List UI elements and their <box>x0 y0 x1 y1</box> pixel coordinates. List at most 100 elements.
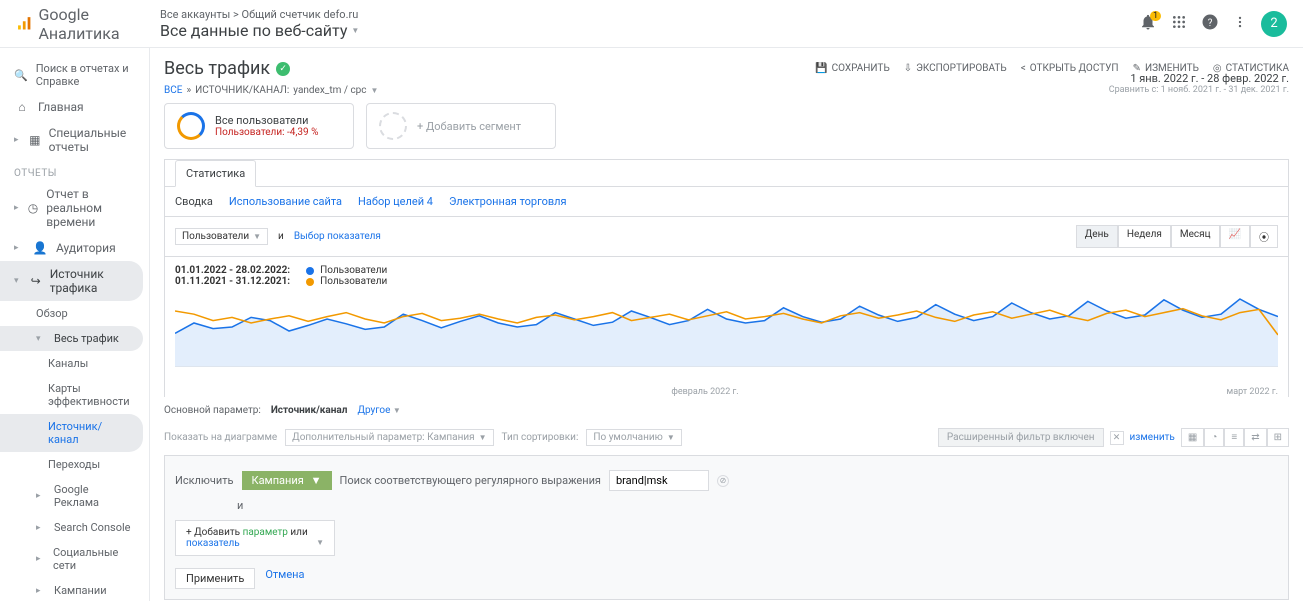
adv-filter-badge: Расширенный фильтр включен <box>938 428 1104 447</box>
sidebar-all-traffic[interactable]: ▾Весь трафик <box>0 326 143 351</box>
overflow-button[interactable] <box>1233 13 1247 34</box>
chevron-right-icon: ▸ <box>14 243 24 253</box>
view-pivot-icon[interactable]: ⊞ <box>1267 428 1289 447</box>
sidebar-search-console[interactable]: ▸Search Console <box>0 515 149 540</box>
sidebar-channels[interactable]: Каналы <box>0 351 149 376</box>
breadcrumb-all[interactable]: ВСЕ <box>164 85 182 96</box>
chart-xaxis: февраль 2022 г.март 2022 г. <box>165 387 1288 397</box>
person-icon: 👤 <box>32 241 48 255</box>
sidebar-search[interactable]: 🔍 Поиск в отчетах и Справке <box>0 56 149 94</box>
sidebar-referrals[interactable]: Переходы <box>0 452 149 477</box>
secondary-dim[interactable]: Дополнительный параметр: Кампания▼ <box>285 429 493 446</box>
sort-type[interactable]: По умолчанию▼ <box>586 429 681 446</box>
share-button[interactable]: <ОТКРЫТЬ ДОСТУП <box>1021 63 1119 74</box>
segment-add[interactable]: + Добавить сегмент <box>366 103 556 149</box>
chevron-down-icon[interactable]: ▼ <box>371 86 379 95</box>
view-selector[interactable]: Все данные по веб-сайту▼ <box>160 21 1139 40</box>
apps-button[interactable] <box>1171 14 1187 33</box>
granularity-day[interactable]: День <box>1076 225 1118 248</box>
chart <box>165 287 1288 387</box>
clock-icon: ◷ <box>28 201 38 215</box>
subtab-goal-set[interactable]: Набор целей 4 <box>358 195 433 208</box>
export-icon: ⇩ <box>904 63 912 74</box>
chart-type-motion[interactable]: ⦿ <box>1250 225 1278 248</box>
save-button[interactable]: 💾СОХРАНИТЬ <box>815 63 890 74</box>
metric-secondary-select[interactable]: Выбор показателя <box>294 231 381 242</box>
export-button[interactable]: ⇩ЭКСПОРТИРОВАТЬ <box>904 63 1007 74</box>
view-comparison-icon[interactable]: ⇄ <box>1244 428 1266 447</box>
granularity-month[interactable]: Месяц <box>1171 225 1220 248</box>
filter-add-dim[interactable]: + Добавить параметр или показатель ▼ <box>175 520 335 556</box>
granularity-toggles: День Неделя Месяц 📈 ⦿ <box>1076 225 1278 248</box>
sidebar-overview[interactable]: Обзор <box>0 301 149 326</box>
legend-series2: Пользователи <box>306 276 387 287</box>
legend-range2: 01.11.2021 - 31.12.2021: <box>175 276 290 287</box>
logo[interactable]: Google Аналитика <box>16 5 150 43</box>
chevron-right-icon: ▸ <box>36 586 46 596</box>
filter-dim-select[interactable]: Кампания▼ <box>242 471 332 490</box>
primary-dim-other[interactable]: Другое ▼ <box>357 405 400 416</box>
sidebar-section-reports: ОТЧЕТЫ <box>0 160 149 181</box>
chevron-down-icon: ▼ <box>351 26 359 35</box>
custom-icon: ▦ <box>29 133 40 147</box>
help-icon: ? <box>1201 13 1219 31</box>
sidebar-source-medium[interactable]: Источник/канал <box>0 414 143 452</box>
chevron-right-icon: ▸ <box>36 491 46 501</box>
help-button[interactable]: ? <box>1201 13 1219 34</box>
segment-all-users[interactable]: Все пользователиПользователи: -4,39 % <box>164 103 354 149</box>
add-circle-icon <box>379 112 407 140</box>
chevron-right-icon: ▸ <box>36 523 46 533</box>
header-context: Все аккаунты > Общий счетчик defo.ru Все… <box>160 8 1139 40</box>
adv-filter-edit[interactable]: изменить <box>1130 432 1175 443</box>
filter-editor: Исключить Кампания▼ Поиск соответствующе… <box>164 455 1289 600</box>
sidebar-campaigns[interactable]: ▸Кампании <box>0 578 149 601</box>
metric-primary[interactable]: Пользователи▼ <box>175 228 268 245</box>
view-percent-icon[interactable]: ◔ <box>1204 428 1224 447</box>
home-icon: ⌂ <box>14 100 30 114</box>
legend-series1: Пользователи <box>306 265 387 276</box>
chevron-right-icon: ▸ <box>14 203 20 213</box>
chart-type-line[interactable]: 📈 <box>1220 225 1250 248</box>
sidebar-social[interactable]: ▸Социальные сети <box>0 540 149 578</box>
primary-dimension-row: Основной параметр: Источник/канал Другое… <box>164 397 1289 424</box>
sidebar-acquisition[interactable]: ▾↪Источник трафика <box>0 261 143 301</box>
adv-filter-clear[interactable]: ✕ <box>1110 431 1124 445</box>
chevron-right-icon: ▸ <box>36 554 45 564</box>
subtab-summary[interactable]: Сводка <box>175 195 213 208</box>
filter-clear-icon[interactable]: ⊘ <box>717 475 729 487</box>
header-actions: 1 ? 2 <box>1139 11 1287 37</box>
sidebar-custom[interactable]: ▸▦Специальные отчеты <box>0 120 149 160</box>
verified-icon: ✓ <box>276 62 290 76</box>
filter-value-input[interactable] <box>609 470 709 491</box>
sidebar-realtime[interactable]: ▸◷Отчет в реальном времени <box>0 181 149 235</box>
chart-rows-toggle[interactable]: Показать на диаграмме <box>164 432 277 443</box>
sidebar-audience[interactable]: ▸👤Аудитория <box>0 235 149 261</box>
chevron-down-icon: ▾ <box>14 276 22 286</box>
sidebar-home[interactable]: ⌂Главная <box>0 94 149 120</box>
acquisition-icon: ↪ <box>30 274 42 288</box>
view-perf-icon[interactable]: ≡ <box>1224 428 1244 447</box>
tab-explorer[interactable]: Статистика <box>175 160 256 187</box>
subtab-site-usage[interactable]: Использование сайта <box>229 195 342 208</box>
sidebar-treemaps[interactable]: Карты эффективности <box>0 376 149 414</box>
explorer-panel: Статистика Сводка Использование сайта На… <box>164 159 1289 397</box>
granularity-week[interactable]: Неделя <box>1118 225 1171 248</box>
segment-pie-icon <box>177 112 205 140</box>
subtab-ecommerce[interactable]: Электронная торговля <box>449 195 567 208</box>
apps-grid-icon <box>1171 14 1187 30</box>
avatar[interactable]: 2 <box>1261 11 1287 37</box>
main-content: Весь трафик ✓ 💾СОХРАНИТЬ ⇩ЭКСПОРТИРОВАТЬ… <box>150 48 1303 601</box>
kebab-icon <box>1233 13 1247 31</box>
account-path: Все аккаунты > Общий счетчик defo.ru <box>160 8 1139 21</box>
filter-apply-button[interactable]: Применить <box>175 568 255 589</box>
sidebar: 🔍 Поиск в отчетах и Справке ⌂Главная ▸▦С… <box>0 48 150 601</box>
legend-range1: 01.01.2022 - 28.02.2022: <box>175 265 290 276</box>
filter-cancel-button[interactable]: Отмена <box>265 568 304 589</box>
notification-badge: 1 <box>1150 11 1161 21</box>
chevron-down-icon: ▾ <box>36 334 46 344</box>
save-icon: 💾 <box>815 63 827 74</box>
sidebar-google-ads[interactable]: ▸Google Реклама <box>0 477 149 515</box>
view-table-icon[interactable]: ▦ <box>1181 428 1204 447</box>
notifications-button[interactable]: 1 <box>1139 13 1157 34</box>
topbar: Google Аналитика Все аккаунты > Общий сч… <box>0 0 1303 48</box>
